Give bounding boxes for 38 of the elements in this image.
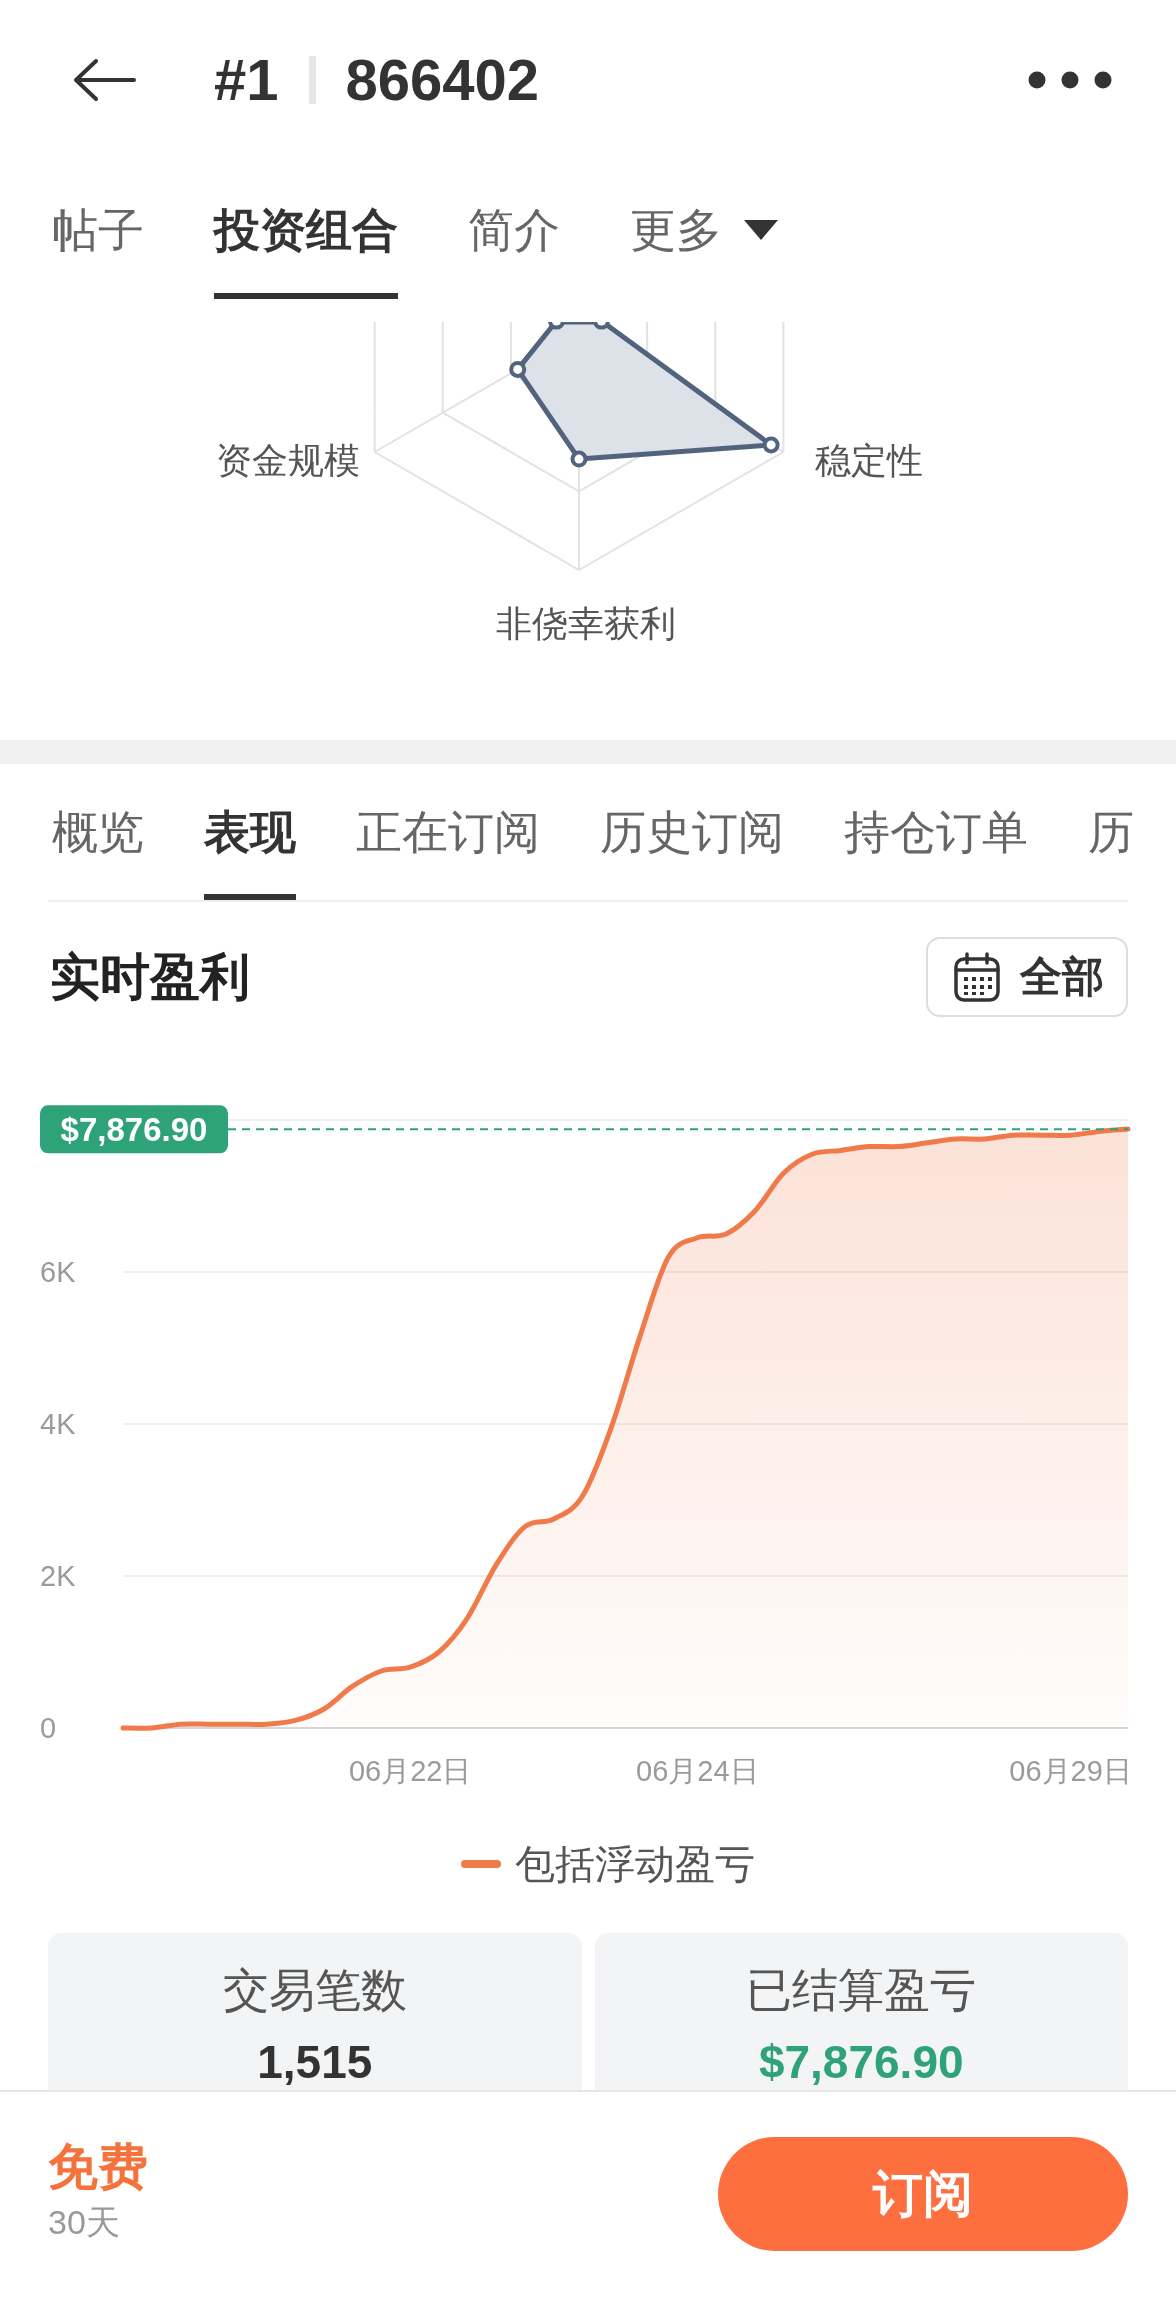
- stat-label: 交易笔数: [222, 1963, 407, 2018]
- price-label: 免费: [48, 2138, 148, 2197]
- tab[interactable]: 帖子: [52, 160, 144, 299]
- tab[interactable]: 简介: [468, 160, 560, 299]
- y-axis-label: 6K: [40, 1256, 76, 1288]
- trader-id: 866402: [345, 51, 540, 109]
- back-icon[interactable]: [72, 58, 136, 102]
- tab[interactable]: 更多: [630, 160, 778, 299]
- title-separator: [308, 56, 316, 104]
- legend-label: 包括浮动盈亏: [515, 1841, 755, 1888]
- tab[interactable]: 概览: [52, 764, 144, 900]
- tab[interactable]: 历史订阅: [600, 764, 784, 900]
- tab[interactable]: 表现: [204, 764, 296, 900]
- tab[interactable]: 历: [1088, 764, 1134, 900]
- stat-label: 已结算盈亏: [746, 1963, 977, 2018]
- tab[interactable]: 正在订阅: [356, 764, 540, 900]
- range-button[interactable]: 全部: [926, 937, 1128, 1017]
- more-icon[interactable]: [1028, 71, 1112, 89]
- y-axis-label: 2K: [40, 1560, 76, 1592]
- y-axis-label: 4K: [40, 1408, 76, 1440]
- ref-line-label: $7,876.90: [60, 1111, 208, 1149]
- x-axis-label: 06月24日: [636, 1755, 759, 1787]
- tab[interactable]: 投资组合: [214, 160, 398, 299]
- y-axis-label: 0: [40, 1712, 57, 1744]
- stat-value: $7,876.90: [758, 2035, 964, 2090]
- rank-label: #1: [214, 51, 279, 109]
- radar-axis-label: 稳定性: [815, 440, 923, 481]
- caret-icon: [744, 220, 778, 240]
- section-title: 实时盈利: [50, 947, 250, 1007]
- radar-axis-label: 资金规模: [216, 440, 360, 481]
- x-axis-label: 06月29日: [1009, 1755, 1132, 1787]
- stat-value: 1,515: [257, 2035, 373, 2090]
- calendar-icon: [954, 952, 1000, 1002]
- period-label: 30天: [48, 2202, 120, 2243]
- tab[interactable]: 持仓订单: [844, 764, 1028, 900]
- value-badge: $7,876.90: [40, 1105, 228, 1154]
- x-axis-label: 06月22日: [348, 1755, 472, 1787]
- radar-axis-label: 非侥幸获利: [496, 603, 676, 644]
